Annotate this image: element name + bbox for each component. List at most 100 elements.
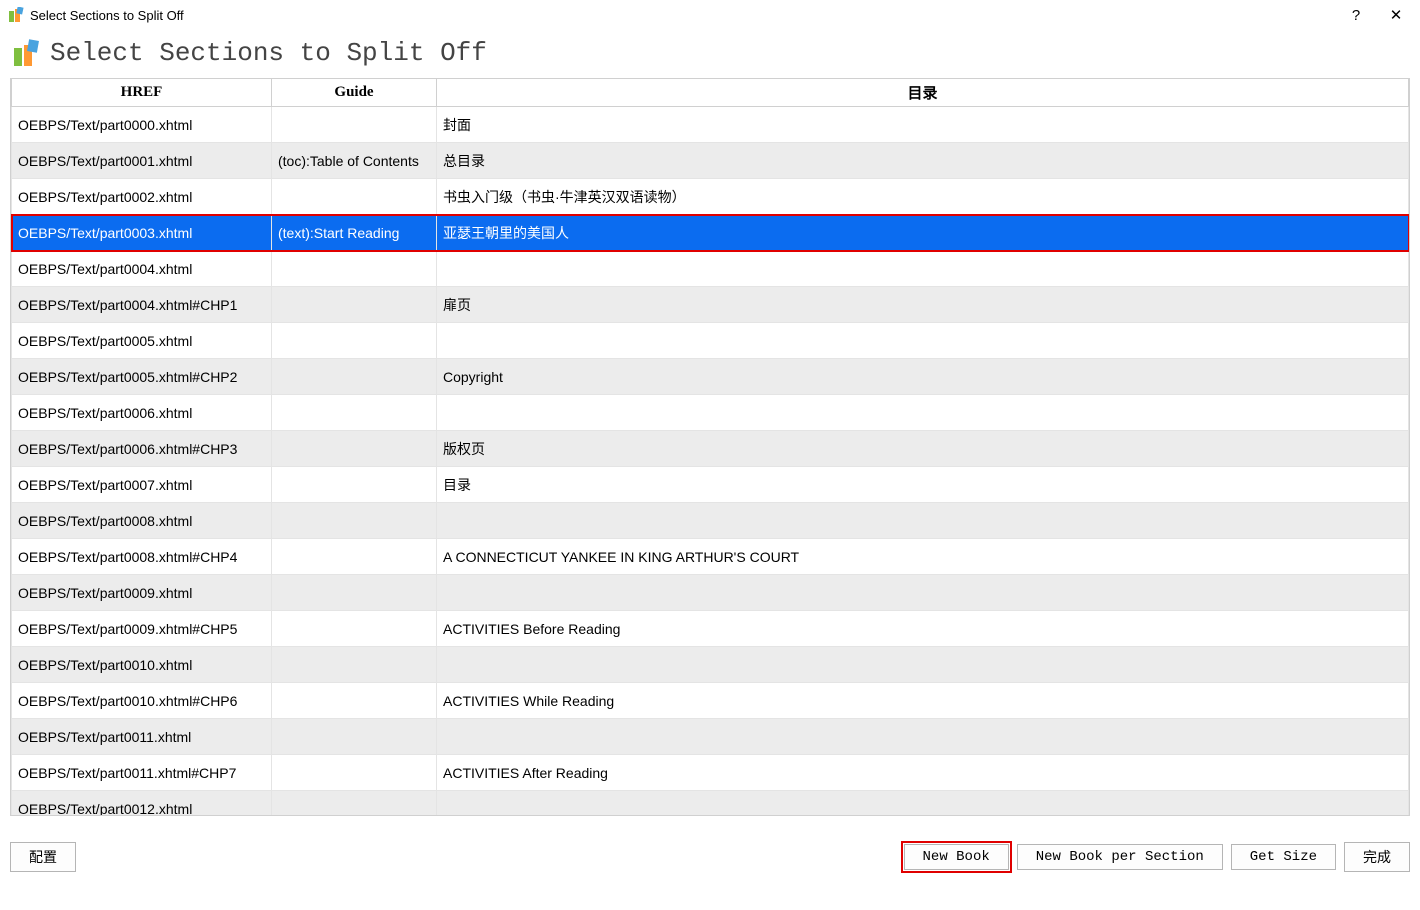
cell-href: OEBPS/Text/part0005.xhtml#CHP2 [12, 359, 272, 395]
header-icon [12, 38, 42, 68]
cell-href: OEBPS/Text/part0004.xhtml#CHP1 [12, 287, 272, 323]
table-row[interactable]: OEBPS/Text/part0011.xhtml [12, 719, 1409, 755]
cell-toc: A CONNECTICUT YANKEE IN KING ARTHUR'S CO… [437, 539, 1409, 575]
cell-toc: 书虫入门级（书虫·牛津英汉双语读物） [437, 179, 1409, 215]
cell-toc: Copyright [437, 359, 1409, 395]
cell-href: OEBPS/Text/part0005.xhtml [12, 323, 272, 359]
cell-guide [272, 611, 437, 647]
table-row[interactable]: OEBPS/Text/part0009.xhtml#CHP5 ACTIVITIES… [12, 611, 1409, 647]
cell-guide [272, 359, 437, 395]
cell-guide [272, 431, 437, 467]
cell-toc: 亚瑟王朝里的美国人 [437, 215, 1409, 251]
table-row[interactable]: OEBPS/Text/part0005.xhtml [12, 323, 1409, 359]
cell-guide [272, 503, 437, 539]
col-guide[interactable]: Guide [272, 79, 437, 107]
cell-guide [272, 719, 437, 755]
table-row[interactable]: OEBPS/Text/part0008.xhtml#CHP4 A CONNECTI… [12, 539, 1409, 575]
table-row[interactable]: OEBPS/Text/part0011.xhtml#CHP7 ACTIVITIES… [12, 755, 1409, 791]
close-button[interactable]: ✕ [1376, 1, 1416, 29]
cell-guide [272, 575, 437, 611]
table-row[interactable]: OEBPS/Text/part0009.xhtml [12, 575, 1409, 611]
cell-toc [437, 719, 1409, 755]
cell-toc: 扉页 [437, 287, 1409, 323]
cell-href: OEBPS/Text/part0009.xhtml#CHP5 [12, 611, 272, 647]
cell-href: OEBPS/Text/part0000.xhtml [12, 107, 272, 143]
col-toc[interactable]: 目录 [437, 79, 1409, 107]
dialog-title: Select Sections to Split Off [50, 38, 487, 68]
col-href[interactable]: HREF [12, 79, 272, 107]
table-row[interactable]: OEBPS/Text/part0001.xhtml(toc):Table of … [12, 143, 1409, 179]
get-size-button[interactable]: Get Size [1231, 844, 1336, 870]
cell-guide [272, 179, 437, 215]
table-row[interactable]: OEBPS/Text/part0010.xhtml#CHP6 ACTIVITIES… [12, 683, 1409, 719]
new-book-button[interactable]: New Book [904, 844, 1009, 870]
table-row[interactable]: OEBPS/Text/part0006.xhtml#CHP3 版权页 [12, 431, 1409, 467]
cell-toc: 版权页 [437, 431, 1409, 467]
cell-guide: (toc):Table of Contents [272, 143, 437, 179]
cell-guide [272, 287, 437, 323]
help-button[interactable]: ? [1336, 1, 1376, 29]
titlebar: Select Sections to Split Off ? ✕ [0, 0, 1420, 30]
app-icon [8, 7, 24, 23]
cell-href: OEBPS/Text/part0011.xhtml#CHP7 [12, 755, 272, 791]
cell-toc: ACTIVITIES While Reading [437, 683, 1409, 719]
cell-href: OEBPS/Text/part0006.xhtml [12, 395, 272, 431]
cell-href: OEBPS/Text/part0001.xhtml [12, 143, 272, 179]
cell-guide: (text):Start Reading [272, 215, 437, 251]
cell-toc [437, 647, 1409, 683]
table-row[interactable]: OEBPS/Text/part0003.xhtml(text):Start Re… [12, 215, 1409, 251]
dialog-header: Select Sections to Split Off [0, 30, 1420, 78]
cell-toc: ACTIVITIES After Reading [437, 755, 1409, 791]
cell-guide [272, 683, 437, 719]
table-row[interactable]: OEBPS/Text/part0008.xhtml [12, 503, 1409, 539]
table-header-row: HREF Guide 目录 [12, 79, 1409, 107]
sections-table: HREF Guide 目录 OEBPS/Text/part0000.xhtml 封… [11, 79, 1409, 816]
sections-table-container[interactable]: HREF Guide 目录 OEBPS/Text/part0000.xhtml 封… [10, 78, 1410, 816]
table-row[interactable]: OEBPS/Text/part0002.xhtml 书虫入门级（书虫·牛津英汉双语… [12, 179, 1409, 215]
cell-href: OEBPS/Text/part0010.xhtml [12, 647, 272, 683]
cell-href: OEBPS/Text/part0008.xhtml [12, 503, 272, 539]
cell-href: OEBPS/Text/part0011.xhtml [12, 719, 272, 755]
cell-guide [272, 467, 437, 503]
table-row[interactable]: OEBPS/Text/part0004.xhtml [12, 251, 1409, 287]
cell-toc [437, 575, 1409, 611]
table-row[interactable]: OEBPS/Text/part0006.xhtml [12, 395, 1409, 431]
cell-guide [272, 323, 437, 359]
cell-toc: ACTIVITIES Before Reading [437, 611, 1409, 647]
config-button[interactable]: 配置 [10, 842, 76, 872]
cell-guide [272, 791, 437, 817]
cell-toc [437, 791, 1409, 817]
cell-guide [272, 755, 437, 791]
table-row[interactable]: OEBPS/Text/part0007.xhtml 目录 [12, 467, 1409, 503]
table-row[interactable]: OEBPS/Text/part0000.xhtml 封面 [12, 107, 1409, 143]
cell-href: OEBPS/Text/part0006.xhtml#CHP3 [12, 431, 272, 467]
new-book-per-section-button[interactable]: New Book per Section [1017, 844, 1223, 870]
table-row[interactable]: OEBPS/Text/part0005.xhtml#CHP2 Copyright [12, 359, 1409, 395]
cell-guide [272, 647, 437, 683]
done-button[interactable]: 完成 [1344, 842, 1410, 872]
cell-guide [272, 251, 437, 287]
cell-guide [272, 107, 437, 143]
table-row[interactable]: OEBPS/Text/part0004.xhtml#CHP1 扉页 [12, 287, 1409, 323]
cell-toc: 封面 [437, 107, 1409, 143]
cell-href: OEBPS/Text/part0009.xhtml [12, 575, 272, 611]
cell-href: OEBPS/Text/part0003.xhtml [12, 215, 272, 251]
cell-toc [437, 395, 1409, 431]
cell-href: OEBPS/Text/part0004.xhtml [12, 251, 272, 287]
table-row[interactable]: OEBPS/Text/part0012.xhtml [12, 791, 1409, 817]
cell-href: OEBPS/Text/part0002.xhtml [12, 179, 272, 215]
cell-toc [437, 323, 1409, 359]
table-row[interactable]: OEBPS/Text/part0010.xhtml [12, 647, 1409, 683]
cell-href: OEBPS/Text/part0008.xhtml#CHP4 [12, 539, 272, 575]
cell-href: OEBPS/Text/part0007.xhtml [12, 467, 272, 503]
cell-guide [272, 539, 437, 575]
cell-href: OEBPS/Text/part0012.xhtml [12, 791, 272, 817]
cell-guide [272, 395, 437, 431]
window-title: Select Sections to Split Off [30, 8, 184, 23]
dialog-footer: 配置 New Book New Book per Section Get Siz… [0, 838, 1420, 876]
cell-toc [437, 251, 1409, 287]
cell-href: OEBPS/Text/part0010.xhtml#CHP6 [12, 683, 272, 719]
cell-toc: 目录 [437, 467, 1409, 503]
cell-toc: 总目录 [437, 143, 1409, 179]
cell-toc [437, 503, 1409, 539]
